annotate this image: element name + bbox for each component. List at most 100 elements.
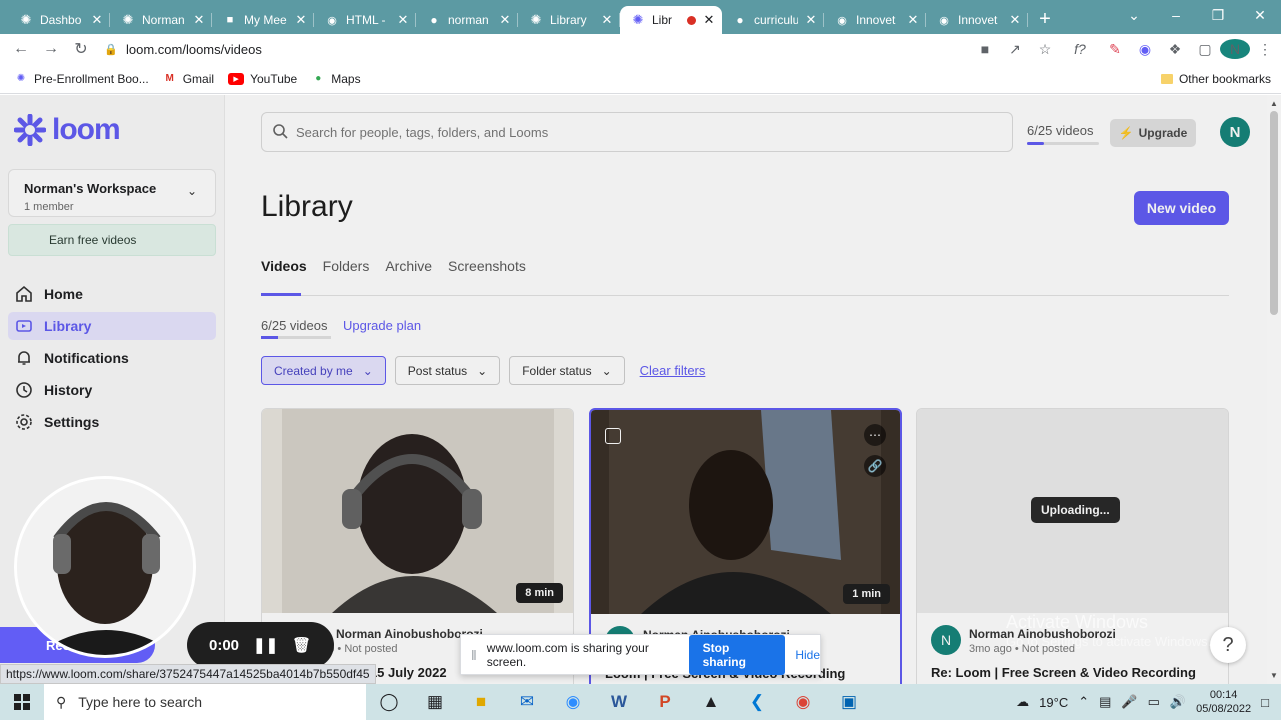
- chevron-up-icon[interactable]: ⌃: [1078, 694, 1089, 710]
- loom-extension-icon[interactable]: ◉: [1130, 41, 1160, 58]
- camera-icon[interactable]: ■: [970, 41, 1000, 57]
- close-tab-icon[interactable]: ✕: [600, 12, 614, 28]
- new-video-button[interactable]: New video: [1134, 191, 1229, 225]
- chrome-icon[interactable]: ◉: [780, 684, 826, 720]
- back-button[interactable]: ←: [6, 34, 36, 64]
- tab-videos[interactable]: Videos: [261, 258, 307, 274]
- battery-icon[interactable]: ▭: [1148, 694, 1160, 710]
- pause-icon[interactable]: ❚❚: [253, 636, 278, 654]
- card-title[interactable]: Re: Loom | Free Screen & Video Recording: [931, 665, 1196, 680]
- scroll-up-icon[interactable]: ▲: [1270, 99, 1278, 108]
- close-tab-icon[interactable]: ✕: [396, 12, 410, 28]
- close-window-button[interactable]: ✕: [1239, 0, 1281, 30]
- camera-bubble[interactable]: [14, 476, 196, 658]
- inkscape-icon[interactable]: ▲: [688, 684, 734, 720]
- more-options-icon[interactable]: ⋯: [864, 424, 886, 446]
- browser-tab[interactable]: ✺ Dashbo ✕: [8, 6, 110, 34]
- profile-button[interactable]: N: [1220, 39, 1250, 59]
- maximize-button[interactable]: ❐: [1197, 0, 1239, 30]
- close-tab-icon[interactable]: ✕: [294, 12, 308, 28]
- cortana-icon[interactable]: ◯: [366, 684, 412, 720]
- workspace-switcher[interactable]: Norman's Workspace 1 member ⌄: [8, 169, 216, 217]
- sidebar-item-history[interactable]: History: [8, 376, 216, 404]
- close-tab-icon[interactable]: ✕: [1008, 12, 1022, 28]
- clock[interactable]: 00:14 05/08/2022: [1196, 688, 1251, 716]
- new-tab-button[interactable]: +: [1028, 5, 1062, 33]
- close-tab-icon[interactable]: ✕: [702, 12, 716, 28]
- browser-tab[interactable]: ◉ Innovet ✕: [926, 6, 1028, 34]
- video-thumbnail[interactable]: ⋯ 🔗 1 min: [591, 410, 900, 614]
- drag-handle-icon[interactable]: ‖: [471, 647, 477, 663]
- powerpoint-icon[interactable]: P: [642, 684, 688, 720]
- other-bookmarks[interactable]: Other bookmarks: [1160, 72, 1271, 86]
- hide-button[interactable]: Hide: [795, 648, 820, 662]
- sidebar-item-library[interactable]: Library: [8, 312, 216, 340]
- formula-extension-icon[interactable]: f?: [1060, 41, 1100, 57]
- task-view-icon[interactable]: ▦: [412, 684, 458, 720]
- tab-folders[interactable]: Folders: [323, 258, 370, 274]
- zoom-icon[interactable]: ◉: [550, 684, 596, 720]
- colorpicker-extension-icon[interactable]: ✎: [1100, 41, 1130, 58]
- browser-tab[interactable]: ✺ Norman ✕: [110, 6, 212, 34]
- stop-sharing-button[interactable]: Stop sharing: [688, 634, 786, 675]
- vscode-icon[interactable]: ❮: [734, 684, 780, 720]
- browser-tab[interactable]: ● norman ✕: [416, 6, 518, 34]
- sidebar-item-settings[interactable]: Settings: [8, 408, 216, 436]
- close-tab-icon[interactable]: ✕: [90, 12, 104, 28]
- browser-tab[interactable]: ◉ HTML - ✕: [314, 6, 416, 34]
- extensions-icon[interactable]: ❖: [1160, 41, 1190, 58]
- meet-now-icon[interactable]: ▤: [1099, 694, 1111, 710]
- notifications-icon[interactable]: □: [1261, 695, 1269, 710]
- close-tab-icon[interactable]: ✕: [498, 12, 512, 28]
- minimize-button[interactable]: –: [1155, 0, 1197, 30]
- bookmark-maps[interactable]: ● Maps: [311, 72, 360, 86]
- help-button[interactable]: ?: [1210, 627, 1246, 663]
- start-button[interactable]: [0, 684, 44, 720]
- share-icon[interactable]: ↗: [1000, 41, 1030, 58]
- file-explorer-icon[interactable]: ■: [458, 684, 504, 720]
- photos-icon[interactable]: ▣: [826, 684, 872, 720]
- menu-kebab-icon[interactable]: ⋮: [1250, 41, 1280, 58]
- video-thumbnail[interactable]: 8 min: [262, 409, 573, 613]
- url-field[interactable]: 🔒 loom.com/looms/videos: [104, 37, 1064, 61]
- close-tab-icon[interactable]: ✕: [906, 12, 920, 28]
- taskbar-search[interactable]: ⚲ Type here to search: [44, 684, 366, 720]
- browser-tab[interactable]: ■ My Mee ✕: [212, 6, 314, 34]
- forward-button[interactable]: →: [36, 34, 66, 64]
- scrollbar-thumb[interactable]: [1270, 111, 1278, 315]
- earn-free-videos-banner[interactable]: Earn free videos: [8, 224, 216, 256]
- copy-link-icon[interactable]: 🔗: [864, 455, 886, 477]
- browser-tab[interactable]: ◉ Innovet ✕: [824, 6, 926, 34]
- chevron-down-icon[interactable]: ⌄: [1113, 0, 1155, 30]
- microphone-icon[interactable]: 🎤: [1121, 694, 1137, 710]
- page-scrollbar[interactable]: ▲ ▼: [1267, 95, 1281, 687]
- clear-filters-link[interactable]: Clear filters: [640, 363, 706, 378]
- browser-tab[interactable]: ● curriculu ✕: [722, 6, 824, 34]
- sidebar-item-home[interactable]: Home: [8, 280, 216, 308]
- upgrade-button[interactable]: ⚡ Upgrade: [1110, 119, 1196, 147]
- bookmark-pre-enrollment[interactable]: ✺ Pre-Enrollment Boo...: [14, 72, 149, 86]
- bookmark-gmail[interactable]: M Gmail: [163, 72, 215, 86]
- mail-icon[interactable]: ✉: [504, 684, 550, 720]
- filter-post-status[interactable]: Post status ⌄: [394, 356, 501, 385]
- bookmark-youtube[interactable]: ▶ YouTube: [228, 72, 297, 86]
- select-checkbox[interactable]: [605, 428, 621, 444]
- trash-icon[interactable]: 🗑: [292, 636, 311, 654]
- temperature[interactable]: 19°C: [1039, 695, 1068, 710]
- close-tab-icon[interactable]: ✕: [192, 12, 206, 28]
- reload-button[interactable]: ↻: [66, 34, 96, 64]
- scroll-down-icon[interactable]: ▼: [1270, 671, 1278, 680]
- volume-icon[interactable]: 🔊: [1170, 694, 1186, 710]
- browser-tab[interactable]: ✺ Libr ✕: [620, 6, 722, 34]
- tab-screenshots[interactable]: Screenshots: [448, 258, 526, 274]
- weather-icon[interactable]: ☁: [1016, 694, 1029, 710]
- word-icon[interactable]: W: [596, 684, 642, 720]
- sidepanel-icon[interactable]: ▢: [1190, 41, 1220, 58]
- browser-tab[interactable]: ✺ Library ✕: [518, 6, 620, 34]
- filter-folder-status[interactable]: Folder status ⌄: [509, 356, 625, 385]
- sidebar-item-notifications[interactable]: Notifications: [8, 344, 216, 372]
- filter-created-by-me[interactable]: Created by me ⌄: [261, 356, 386, 385]
- avatar[interactable]: N: [1220, 117, 1250, 147]
- loom-logo[interactable]: loom: [14, 113, 121, 147]
- star-icon[interactable]: ☆: [1030, 41, 1060, 58]
